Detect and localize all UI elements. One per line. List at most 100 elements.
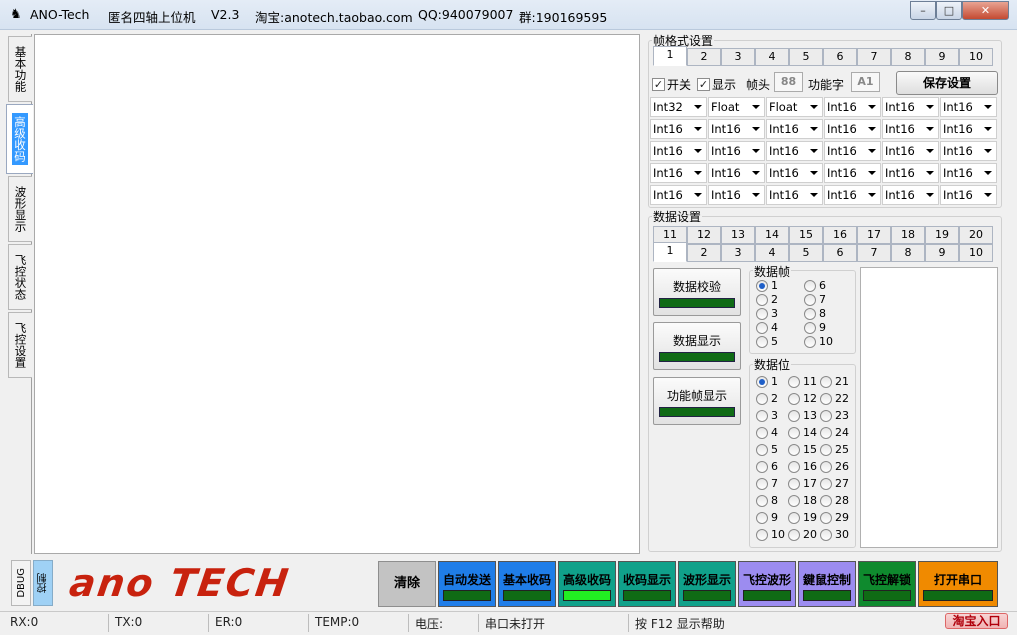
frame-radio-5[interactable]: 5 (756, 335, 778, 348)
frame-radio-2[interactable]: 2 (756, 293, 778, 306)
save-settings-button[interactable]: 保存设置 (896, 71, 998, 95)
clear-button[interactable]: 清除 (378, 561, 436, 607)
control-button-9[interactable]: 打开串口 (918, 561, 998, 607)
tab-data-17[interactable]: 17 (857, 226, 891, 244)
tab-advanced-receive[interactable]: 高级收码 (6, 104, 33, 174)
frame-radio-7[interactable]: 7 (804, 293, 826, 306)
bit-radio-25[interactable]: 25 (820, 443, 849, 456)
type-select[interactable]: Int16 (882, 185, 939, 205)
tab-data-3[interactable]: 3 (721, 244, 755, 262)
control-button-6[interactable]: 飞控波形 (738, 561, 796, 607)
tab-data-15[interactable]: 15 (789, 226, 823, 244)
frame-radio-10[interactable]: 10 (804, 335, 833, 348)
bit-radio-28[interactable]: 28 (820, 494, 849, 507)
tab-flight-settings[interactable]: 飞控设置 (8, 312, 32, 378)
dbug-tab[interactable]: DBUG (11, 560, 31, 606)
type-select[interactable]: Int16 (766, 163, 823, 183)
frame-radio-6[interactable]: 6 (804, 279, 826, 292)
bit-radio-6[interactable]: 6 (756, 460, 778, 473)
taobao-entry-button[interactable]: 淘宝入口 (945, 613, 1008, 629)
control-tab[interactable]: 控制 (33, 560, 53, 606)
bit-radio-5[interactable]: 5 (756, 443, 778, 456)
type-select[interactable]: Int16 (650, 119, 707, 139)
bit-radio-9[interactable]: 9 (756, 511, 778, 524)
control-button-4[interactable]: 收码显示 (618, 561, 676, 607)
tab-frame-2[interactable]: 2 (687, 48, 721, 66)
bit-radio-1[interactable]: 1 (756, 375, 778, 388)
bit-radio-12[interactable]: 12 (788, 392, 817, 405)
type-select[interactable]: Int16 (882, 141, 939, 161)
minimize-button[interactable]: – (910, 1, 936, 20)
type-select[interactable]: Int16 (708, 163, 765, 183)
bit-radio-29[interactable]: 29 (820, 511, 849, 524)
func-frame-show-button[interactable]: 功能帧显示 (653, 377, 741, 425)
bit-radio-18[interactable]: 18 (788, 494, 817, 507)
tab-frame-7[interactable]: 7 (857, 48, 891, 66)
tab-data-19[interactable]: 19 (925, 226, 959, 244)
bit-radio-4[interactable]: 4 (756, 426, 778, 439)
type-select[interactable]: Int16 (766, 185, 823, 205)
bit-radio-30[interactable]: 30 (820, 528, 849, 541)
tab-data-14[interactable]: 14 (755, 226, 789, 244)
bit-radio-2[interactable]: 2 (756, 392, 778, 405)
control-button-7[interactable]: 鍵鼠控制 (798, 561, 856, 607)
tab-data-10[interactable]: 10 (959, 244, 993, 262)
type-select[interactable]: Float (708, 97, 765, 117)
tab-data-1[interactable]: 1 (653, 242, 687, 262)
frame-radio-9[interactable]: 9 (804, 321, 826, 334)
type-select[interactable]: Int16 (882, 163, 939, 183)
bit-radio-17[interactable]: 17 (788, 477, 817, 490)
data-show-button[interactable]: 数据显示 (653, 322, 741, 370)
tab-data-20[interactable]: 20 (959, 226, 993, 244)
frame-radio-8[interactable]: 8 (804, 307, 826, 320)
bit-radio-14[interactable]: 14 (788, 426, 817, 439)
tab-frame-4[interactable]: 4 (755, 48, 789, 66)
bit-radio-8[interactable]: 8 (756, 494, 778, 507)
type-select[interactable]: Int16 (940, 119, 997, 139)
type-select[interactable]: Int16 (766, 119, 823, 139)
bit-radio-23[interactable]: 23 (820, 409, 849, 422)
type-select[interactable]: Int16 (766, 141, 823, 161)
maximize-button[interactable]: □ (936, 1, 962, 20)
type-select[interactable]: Int16 (824, 185, 881, 205)
tab-waveform[interactable]: 波形显示 (8, 176, 32, 242)
bit-radio-26[interactable]: 26 (820, 460, 849, 473)
func-input[interactable]: A1 (851, 72, 880, 92)
tab-frame-9[interactable]: 9 (925, 48, 959, 66)
receive-display-area[interactable] (34, 34, 640, 554)
tab-data-5[interactable]: 5 (789, 244, 823, 262)
bit-radio-21[interactable]: 21 (820, 375, 849, 388)
type-select[interactable]: Int16 (824, 163, 881, 183)
tab-flight-status[interactable]: 飞控状态 (8, 244, 32, 310)
close-button[interactable]: ✕ (962, 1, 1009, 20)
type-select[interactable]: Int16 (650, 141, 707, 161)
control-button-1[interactable]: 自动发送 (438, 561, 496, 607)
type-select[interactable]: Int16 (824, 141, 881, 161)
control-button-3[interactable]: 高级收码 (558, 561, 616, 607)
tab-frame-8[interactable]: 8 (891, 48, 925, 66)
switch-checkbox[interactable]: ✓ 开关 (652, 76, 691, 93)
bit-radio-24[interactable]: 24 (820, 426, 849, 439)
type-select[interactable]: Int16 (882, 119, 939, 139)
tab-data-16[interactable]: 16 (823, 226, 857, 244)
bit-radio-19[interactable]: 19 (788, 511, 817, 524)
tab-data-8[interactable]: 8 (891, 244, 925, 262)
bit-radio-22[interactable]: 22 (820, 392, 849, 405)
type-select[interactable]: Int16 (940, 97, 997, 117)
tab-frame-3[interactable]: 3 (721, 48, 755, 66)
tab-frame-1[interactable]: 1 (653, 46, 687, 66)
type-select[interactable]: Int16 (650, 185, 707, 205)
tab-basic[interactable]: 基本功能 (8, 36, 32, 102)
type-select[interactable]: Int16 (940, 185, 997, 205)
tab-data-12[interactable]: 12 (687, 226, 721, 244)
control-button-8[interactable]: 飞控解锁 (858, 561, 916, 607)
tab-data-13[interactable]: 13 (721, 226, 755, 244)
type-select[interactable]: Int16 (940, 141, 997, 161)
data-list-box[interactable] (860, 267, 998, 548)
tab-data-6[interactable]: 6 (823, 244, 857, 262)
type-select[interactable]: Int16 (824, 119, 881, 139)
bit-radio-7[interactable]: 7 (756, 477, 778, 490)
type-select[interactable]: Int16 (708, 141, 765, 161)
bit-radio-16[interactable]: 16 (788, 460, 817, 473)
tab-frame-6[interactable]: 6 (823, 48, 857, 66)
